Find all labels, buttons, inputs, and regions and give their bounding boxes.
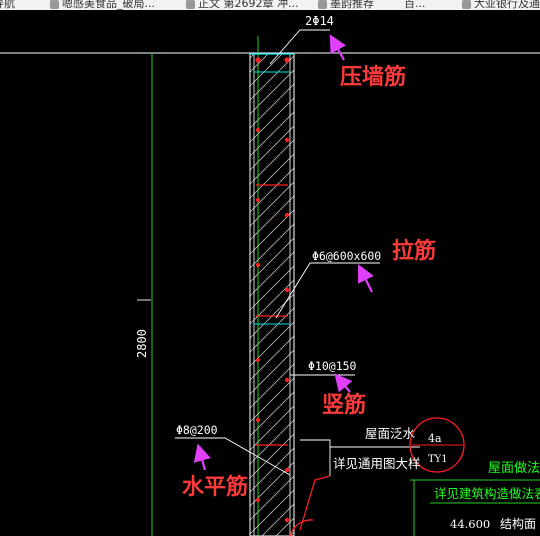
wall-section: [249, 53, 295, 536]
tie-bar-callout: Φ6@600x600: [312, 249, 381, 263]
cad-drawing: 2Φ14 Φ6@600x600 Φ10@150 Φ8@200 2800 屋面泛水…: [0, 14, 540, 536]
horizontal-bar-callout: Φ8@200: [176, 423, 218, 437]
tie-bar-label: 拉筋: [392, 238, 436, 264]
detail-ref-sheet: TY1: [428, 454, 448, 465]
arrow-icon: [329, 34, 346, 61]
detail-ref-number: 4a: [428, 432, 442, 445]
cad-viewport[interactable]: 网导航 嗯感美食品_破局... 正文 第2692章 冲... 墨韵推荐 百...…: [0, 0, 540, 536]
roof-flashing-note: 屋面泛水: [365, 426, 416, 441]
arrow-icon: [358, 264, 374, 293]
top-bar-callout: 2Φ14: [305, 14, 334, 28]
elevation-value: 44.600: [450, 517, 490, 531]
vertical-bar-callout: Φ10@150: [308, 359, 357, 373]
roof-method-title: 屋面做法: [488, 461, 540, 476]
structure-surface-label: 结构面: [500, 516, 536, 531]
arrow-icon: [193, 443, 211, 471]
vertical-bar-label: 竖筋: [322, 392, 366, 418]
horizontal-bar-label: 水平筋: [182, 474, 248, 500]
pressure-wall-bar-label: 压墙筋: [340, 64, 406, 90]
height-dimension: 2800: [135, 329, 149, 358]
see-detail-note: 详见通用图大样: [333, 456, 421, 471]
roof-method-ref: 详见建筑构造做法表: [434, 486, 540, 501]
arrow-icon: [334, 373, 353, 393]
